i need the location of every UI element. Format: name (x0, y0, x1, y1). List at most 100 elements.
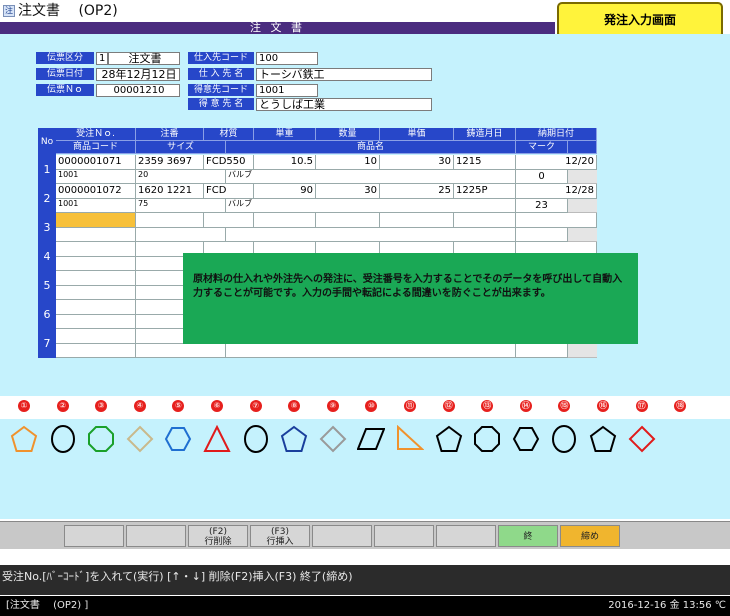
row-grey-cell (568, 344, 597, 358)
product-code-cell[interactable] (56, 257, 136, 271)
product-name-cell[interactable]: バルブ (226, 170, 516, 184)
material-cell[interactable]: FCD550 (204, 155, 254, 170)
octagon-icon (87, 425, 115, 453)
instruction-line: 受注No.[ﾊﾞｰｺｰﾄﾞ]を入れて(実行) [↑・↓] 削除(F2)挿入(F3… (0, 565, 730, 595)
slip-type-name[interactable]: 注文書 (108, 52, 180, 65)
col-size: サイズ (136, 141, 226, 154)
window-title: 注文書 (OP2) (18, 3, 118, 19)
order-no-cell[interactable] (56, 329, 136, 344)
order-no-cell[interactable] (56, 213, 136, 228)
function-key-4[interactable]: (F3) 行挿入 (250, 525, 310, 547)
size-cell[interactable]: 20 (136, 170, 226, 184)
shape-number: ⑯ (597, 400, 609, 412)
screen-name-button[interactable]: 発注入力画面 (557, 2, 723, 38)
slip-no-field[interactable]: 00001210 (96, 84, 180, 97)
bottom-status-left: [注文書 (OP2) ] (6, 600, 89, 611)
function-key-9[interactable]: 締め (560, 525, 620, 547)
product-name-cell[interactable] (226, 228, 516, 242)
product-name-cell[interactable]: バルブ (226, 199, 516, 213)
shape-number: ⑦ (249, 400, 262, 412)
shape-number: ① (18, 400, 30, 412)
function-key-1[interactable] (64, 525, 124, 547)
parallelogram-icon (356, 425, 386, 453)
col-product-name: 商品名 (226, 141, 516, 154)
size-cell[interactable] (136, 344, 226, 358)
shape-number: ⑭ (519, 400, 532, 412)
due-date-cell[interactable]: 12/28 (516, 184, 597, 199)
pentagon-icon (435, 425, 463, 453)
product-code-cell[interactable] (56, 315, 136, 329)
customer-code-field[interactable]: 1001 (256, 84, 318, 97)
row-grey-cell (568, 228, 597, 242)
order-no-cell[interactable]: 0000001072 (56, 184, 136, 199)
function-key-6[interactable] (374, 525, 434, 547)
unit-weight-cell[interactable]: 10.5 (254, 155, 316, 170)
mark-cell[interactable] (516, 228, 568, 242)
pentagon-icon (10, 425, 38, 453)
order-no-cell[interactable] (56, 300, 136, 315)
unit-weight-cell[interactable]: 90 (254, 184, 316, 199)
row-number: 2 (38, 184, 56, 213)
supplier-name-label: 仕 入 先 名 (188, 68, 254, 80)
bottom-status-bar: [注文書 (OP2) ] 2016-12-16 金 13:56 ℃ (0, 596, 730, 616)
cast-date-cell[interactable]: 1215 (454, 155, 516, 170)
cast-date-cell[interactable]: 1225P (454, 184, 516, 199)
shape-number: ④ (133, 400, 146, 412)
unit-price-cell[interactable]: 30 (380, 155, 454, 170)
customer-name-field[interactable]: とうしば工業 (256, 98, 432, 111)
mark-cell[interactable] (516, 344, 568, 358)
row-number: 6 (38, 300, 56, 329)
quantity-cell[interactable]: 10 (316, 155, 380, 170)
due-date-cell[interactable] (516, 213, 597, 228)
col-quantity: 数量 (316, 128, 380, 141)
unit-weight-cell[interactable] (254, 213, 316, 228)
product-name-cell[interactable] (226, 344, 516, 358)
quantity-cell[interactable] (316, 213, 380, 228)
function-key-3[interactable]: (F2) 行削除 (188, 525, 248, 547)
product-code-cell[interactable] (56, 344, 136, 358)
row-grey-cell (568, 170, 597, 184)
app-icon: 注 (3, 5, 15, 17)
quantity-cell[interactable]: 30 (316, 184, 380, 199)
cast-date-cell[interactable] (454, 213, 516, 228)
slip-date-field[interactable]: 28年12月12日 (96, 68, 180, 81)
function-key-5[interactable] (312, 525, 372, 547)
mark-cell[interactable]: 0 (516, 170, 568, 184)
unit-price-cell[interactable]: 25 (380, 184, 454, 199)
customer-name-label: 得 意 先 名 (188, 98, 254, 110)
supplier-name-field[interactable]: トーシバ鉄工 (256, 68, 432, 81)
product-code-cell[interactable]: 1001 (56, 170, 136, 184)
mark-cell[interactable]: 23 (516, 199, 568, 213)
function-key-2[interactable] (126, 525, 186, 547)
order-no-cell[interactable]: 0000001071 (56, 155, 136, 170)
col-due-date: 納期日付 (516, 128, 597, 141)
order-no-cell[interactable] (56, 271, 136, 286)
row-number: 1 (38, 155, 56, 184)
material-cell[interactable]: FCD (204, 184, 254, 199)
order-no-cell[interactable] (56, 242, 136, 257)
chuban-cell[interactable]: 1620 1221 (136, 184, 204, 199)
row-number: 7 (38, 329, 56, 358)
hexagon-icon (512, 425, 540, 453)
size-cell[interactable]: 75 (136, 199, 226, 213)
row-grey-cell (568, 199, 597, 213)
chuban-cell[interactable] (136, 213, 204, 228)
function-key-7[interactable] (436, 525, 496, 547)
material-cell[interactable] (204, 213, 254, 228)
product-code-cell[interactable] (56, 228, 136, 242)
chuban-cell[interactable]: 2359 3697 (136, 155, 204, 170)
supplier-code-label: 仕入先コード (188, 52, 254, 64)
supplier-code-field[interactable]: 100 (256, 52, 318, 65)
product-code-cell[interactable] (56, 286, 136, 300)
circle-icon (242, 425, 270, 453)
unit-price-cell[interactable] (380, 213, 454, 228)
col-mark: マーク (516, 141, 568, 154)
size-cell[interactable] (136, 228, 226, 242)
bottom-status-clock: 2016-12-16 金 13:56 ℃ (608, 600, 726, 611)
customer-code-label: 得意先コード (188, 84, 254, 96)
product-code-cell[interactable]: 1001 (56, 199, 136, 213)
due-date-cell[interactable]: 12/20 (516, 155, 597, 170)
slip-type-code[interactable]: 1 (96, 52, 108, 65)
diamond-icon (126, 425, 154, 453)
function-key-8[interactable]: 終 (498, 525, 558, 547)
